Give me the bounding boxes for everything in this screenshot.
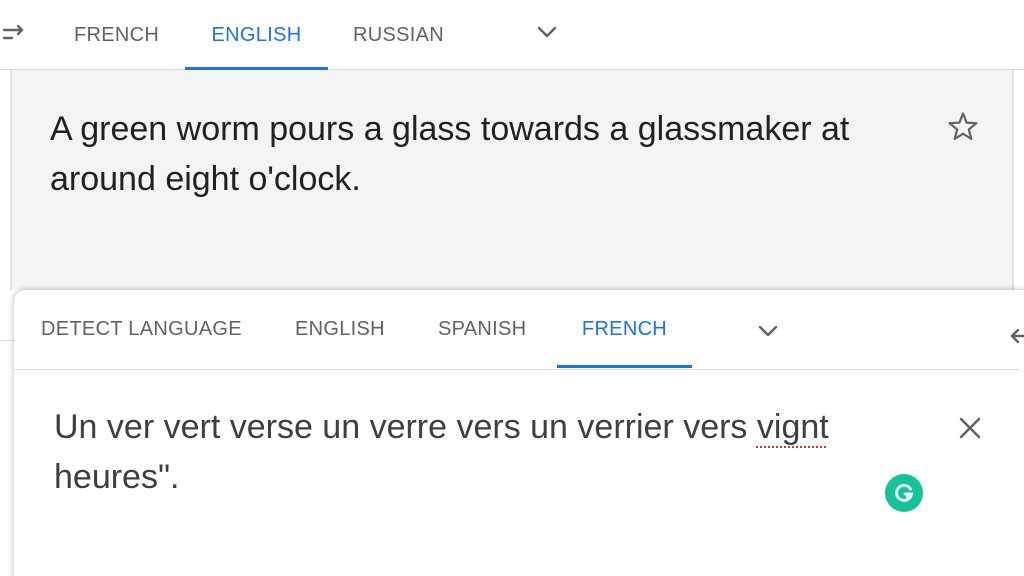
- target-language-bar: FRENCH ENGLISH RUSSIAN: [0, 0, 1024, 70]
- misspelled-word[interactable]: vignt: [757, 408, 829, 446]
- chevron-down-icon[interactable]: [533, 18, 561, 46]
- grammarly-g-icon: [895, 484, 914, 502]
- tab-label: FRENCH: [581, 317, 668, 340]
- tab-source-french[interactable]: FRENCH: [557, 290, 692, 368]
- tab-target-russian[interactable]: RUSSIAN: [353, 0, 444, 70]
- tab-source-spanish[interactable]: SPANISH: [438, 290, 526, 368]
- tab-label: FRENCH: [74, 23, 160, 46]
- tab-label: SPANISH: [438, 317, 527, 340]
- source-language-bar: DETECT LANGUAGE ENGLISH SPANISH FRENCH: [14, 290, 1024, 370]
- tab-label: ENGLISH: [295, 317, 385, 340]
- tab-label: RUSSIAN: [353, 23, 445, 46]
- close-icon[interactable]: [954, 412, 986, 444]
- tab-label: ENGLISH: [211, 23, 302, 46]
- translation-text: A green worm pours a glass towards a gla…: [50, 110, 850, 198]
- tab-target-french[interactable]: FRENCH: [74, 0, 159, 70]
- tab-target-english[interactable]: ENGLISH: [185, 0, 328, 70]
- source-text-part: heures".: [54, 458, 180, 496]
- chevron-down-icon[interactable]: [754, 317, 782, 345]
- tab-label: DETECT LANGUAGE: [41, 317, 242, 340]
- swap-arrows-icon[interactable]: [0, 18, 30, 48]
- translation-output: A green worm pours a glass towards a gla…: [10, 70, 1014, 290]
- source-text-part: Un ver vert verse un verre vers un verri…: [54, 408, 757, 446]
- divider: [0, 340, 14, 341]
- source-input-card: DETECT LANGUAGE ENGLISH SPANISH FRENCH U…: [14, 290, 1024, 576]
- tab-detect-language[interactable]: DETECT LANGUAGE: [41, 290, 242, 368]
- tab-source-english[interactable]: ENGLISH: [295, 290, 385, 368]
- source-input-text[interactable]: Un ver vert verse un verre vers un verri…: [54, 402, 914, 502]
- swap-arrows-icon[interactable]: [1004, 320, 1024, 350]
- star-icon[interactable]: [946, 110, 980, 144]
- active-tab-indicator: [557, 365, 692, 368]
- grammarly-icon[interactable]: [885, 474, 923, 512]
